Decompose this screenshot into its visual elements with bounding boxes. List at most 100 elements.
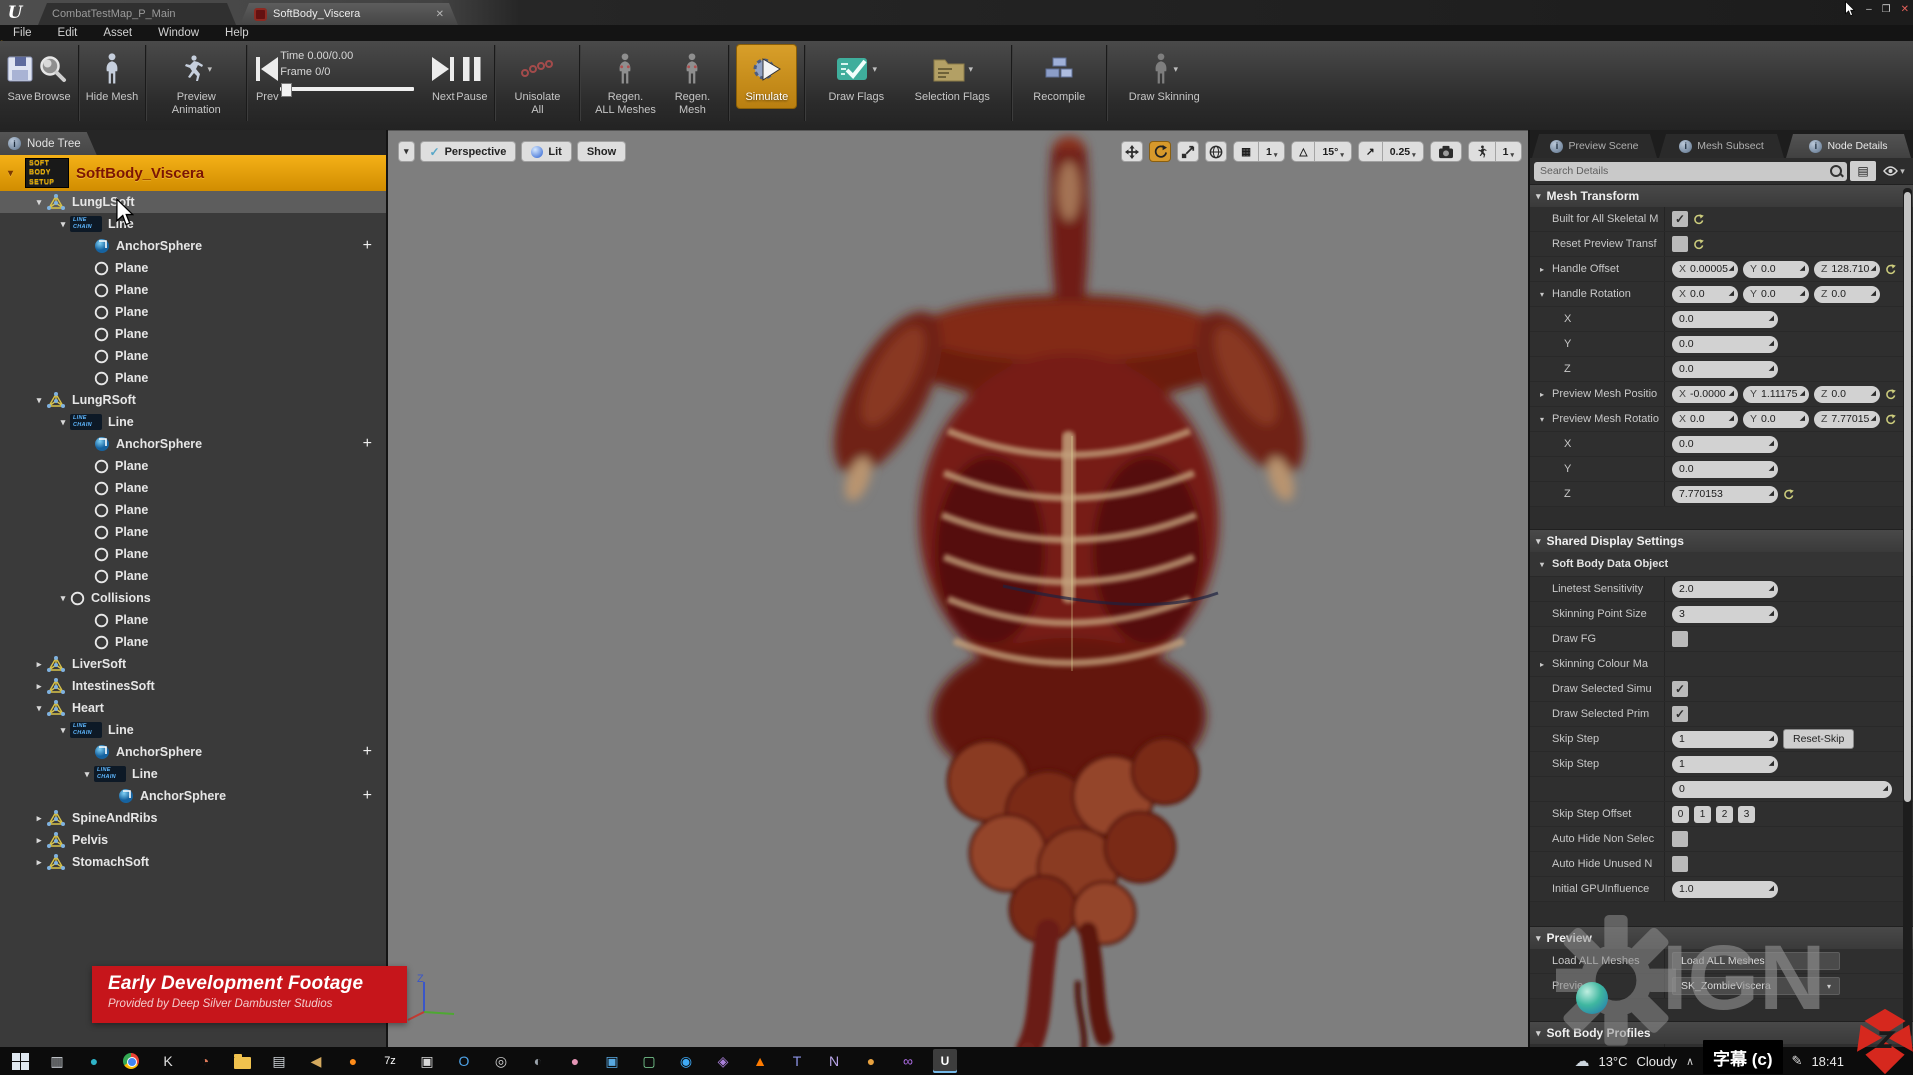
tree-item-root[interactable]: ▾ SOFTBODYSETUP SoftBody_Viscera [0, 155, 386, 191]
save-button[interactable]: Save [6, 41, 34, 104]
reset-to-default-icon[interactable] [1693, 214, 1704, 225]
tree-item-lungrsoft[interactable]: ▾LungRSoft [0, 389, 386, 411]
offset-button[interactable]: 0 [1672, 806, 1689, 823]
number-field[interactable]: X0.0 [1672, 411, 1738, 428]
clock[interactable]: 18:41 [1811, 1054, 1844, 1069]
move-tool-button[interactable] [1121, 141, 1143, 162]
add-icon[interactable]: + [363, 237, 372, 255]
section-header[interactable]: ▾Mesh Transform [1530, 184, 1913, 207]
tree-item-anchorsphere[interactable]: AnchorSphere+ [0, 235, 386, 257]
number-field[interactable]: 7.770153 [1672, 486, 1778, 503]
tree-item-line[interactable]: ▾LINECHAINLine [0, 411, 386, 433]
visibility-filter-button[interactable]: ▾ [1879, 161, 1909, 181]
grid-snap-control[interactable]: ▦ 1▾ [1233, 141, 1285, 162]
chevron-down-icon[interactable]: ▾ [873, 64, 878, 74]
tab-softbody-viscera[interactable]: SoftBody_Viscera ✕ [240, 3, 458, 25]
expander-icon[interactable]: ▾ [56, 219, 70, 230]
number-field[interactable]: Z0.0 [1814, 286, 1880, 303]
tree-item-plane[interactable]: Plane [0, 301, 386, 323]
tree-item-plane[interactable]: Plane [0, 257, 386, 279]
tree-item-plane[interactable]: Plane [0, 279, 386, 301]
taskbar-icon-outlook[interactable]: O [452, 1049, 476, 1073]
taskbar-icon-photos[interactable]: ▣ [415, 1049, 439, 1073]
tree-item-plane[interactable]: Plane [0, 631, 386, 653]
rotate-tool-button[interactable] [1149, 141, 1171, 162]
camera-speed-icon[interactable] [1469, 142, 1495, 161]
number-field[interactable]: 1.0 [1672, 881, 1778, 898]
expander-icon[interactable]: ▾ [80, 769, 94, 780]
number-field[interactable]: 0 [1672, 781, 1892, 798]
perspective-button[interactable]: ✓ Perspective [420, 141, 517, 162]
checkbox[interactable] [1672, 631, 1688, 647]
angle-snap-icon[interactable]: △ [1292, 142, 1314, 161]
subsection-row[interactable]: ▾Soft Body Data Object [1530, 552, 1913, 577]
lit-mode-button[interactable]: Lit [521, 141, 571, 162]
search-input[interactable]: Search Details [1534, 162, 1847, 181]
number-field[interactable]: Y1.11175 [1743, 386, 1809, 403]
tab-node-tree[interactable]: i Node Tree [0, 132, 97, 155]
checkbox[interactable] [1672, 856, 1688, 872]
taskbar-icon-badge-app[interactable]: ◎ [489, 1049, 513, 1073]
offset-button[interactable]: 2 [1716, 806, 1733, 823]
taskbar-icon-diamond-app[interactable]: ◈ [711, 1049, 735, 1073]
close-tab-icon[interactable]: ✕ [436, 9, 444, 20]
expander-icon[interactable]: ▾ [56, 593, 70, 604]
draw-skinning-button[interactable]: ▾ Draw Skinning [1114, 41, 1214, 104]
reset-to-default-icon[interactable] [1885, 414, 1896, 425]
expander-icon[interactable]: ▾ [32, 395, 46, 406]
angle-snap-value[interactable]: 15° [1322, 146, 1338, 158]
number-field[interactable]: Z7.77015 [1814, 411, 1880, 428]
section-header[interactable]: ▾Preview [1530, 926, 1913, 949]
reset-to-default-icon[interactable] [1693, 239, 1704, 250]
expander-icon[interactable]: ▾ [32, 197, 46, 208]
load-all-meshes-button[interactable]: Load ALL Meshes [1672, 952, 1840, 970]
tree-item-line[interactable]: ▾LINECHAINLine [0, 213, 386, 235]
reset-to-default-icon[interactable] [1783, 489, 1794, 500]
taskbar-icon-firefox[interactable]: ● [341, 1049, 365, 1073]
number-field[interactable]: Y0.0 [1743, 411, 1809, 428]
tab-node-details[interactable]: iNode Details [1786, 134, 1911, 158]
hide-mesh-button[interactable]: Hide Mesh [86, 41, 139, 104]
expander-icon[interactable]: ▾ [32, 703, 46, 714]
taskbar-icon-start[interactable] [8, 1049, 32, 1073]
tree-item-plane[interactable]: Plane [0, 565, 386, 587]
number-field[interactable]: 1 [1672, 756, 1778, 773]
taskbar-icon-km-player[interactable]: K [156, 1049, 180, 1073]
number-field[interactable]: Y0.0 [1743, 286, 1809, 303]
browse-button[interactable]: Browse [34, 41, 71, 104]
tree-item-line[interactable]: ▾LINECHAINLine [0, 719, 386, 741]
draw-flags-button[interactable]: ▾ Draw Flags [812, 41, 900, 104]
number-field[interactable]: X-0.0000 [1672, 386, 1738, 403]
number-field[interactable]: X0.00005 [1672, 261, 1738, 278]
angle-snap-control[interactable]: △ 15°▾ [1291, 141, 1351, 162]
tree-item-lunglsoft[interactable]: ▾LungLSoft [0, 191, 386, 213]
checkbox[interactable] [1672, 236, 1688, 252]
tree-item-plane[interactable]: Plane [0, 521, 386, 543]
number-field[interactable]: 1 [1672, 731, 1778, 748]
reset-skip-button[interactable]: Reset-Skip [1783, 729, 1854, 749]
recompile-button[interactable]: Recompile [1019, 41, 1099, 104]
number-field[interactable]: 0.0 [1672, 436, 1778, 453]
tab-preview-scene[interactable]: iPreview Scene [1532, 134, 1657, 158]
preview-mesh-dropdown[interactable]: SK_ZombieViscera▾ [1672, 977, 1840, 995]
3d-viewport[interactable]: ▾ ✓ Perspective Lit Show [388, 130, 1528, 1048]
taskbar-icon-n-app[interactable]: N [822, 1049, 846, 1073]
restore-button[interactable]: ❐ [1882, 4, 1891, 15]
regen-mesh-button[interactable]: Regen. Mesh [663, 41, 721, 116]
checkbox[interactable]: ✓ [1672, 706, 1688, 722]
taskbar-icon-vlc[interactable]: ▲ [748, 1049, 772, 1073]
number-field[interactable]: 0.0 [1672, 461, 1778, 478]
tray-expand-icon[interactable]: ∧ [1686, 1055, 1694, 1068]
preview-animation-button[interactable]: ▾ Preview Animation [153, 41, 239, 116]
tree-item-plane[interactable]: Plane [0, 477, 386, 499]
taskbar-icon-file-explorer[interactable] [230, 1049, 254, 1073]
tree-item-intestinessoft[interactable]: ▸IntestinesSoft [0, 675, 386, 697]
tree-item-plane[interactable]: Plane [0, 609, 386, 631]
tree-item-plane[interactable]: Plane [0, 367, 386, 389]
taskbar-icon-dev-app[interactable]: ▣ [600, 1049, 624, 1073]
add-icon[interactable]: + [363, 787, 372, 805]
expander-icon[interactable]: ▸ [32, 857, 46, 868]
tree-item-stomachsoft[interactable]: ▸StomachSoft [0, 851, 386, 873]
offset-button[interactable]: 1 [1694, 806, 1711, 823]
checkbox[interactable] [1672, 831, 1688, 847]
